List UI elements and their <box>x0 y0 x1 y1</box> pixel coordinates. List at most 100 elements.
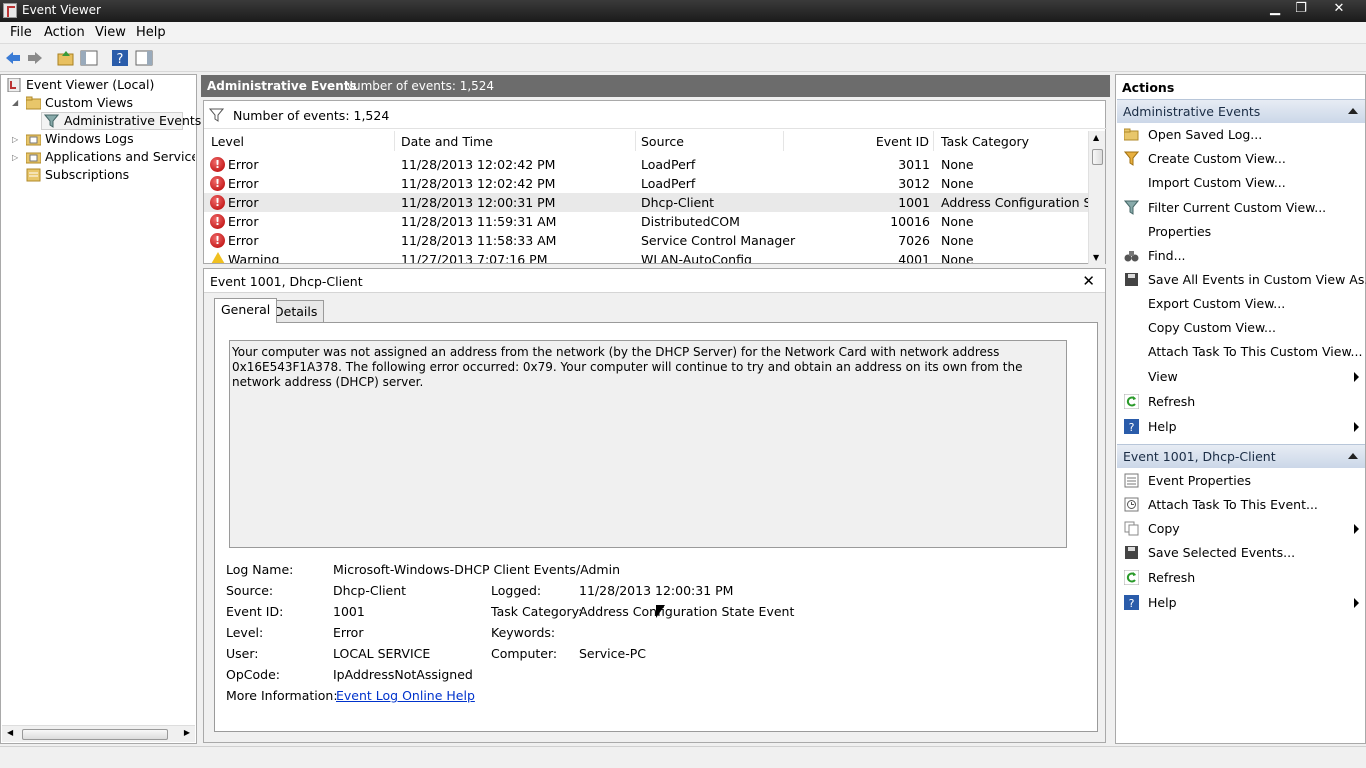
help-icon[interactable]: ? <box>111 49 129 67</box>
expanded-arrow-icon[interactable]: ◢ <box>12 95 18 111</box>
cell-task-category: None <box>941 233 974 248</box>
actions-section-administrative-events[interactable]: Administrative Events <box>1117 99 1365 123</box>
action-help-submenu[interactable]: ? Help <box>1117 415 1365 439</box>
table-row[interactable]: Warning 11/27/2013 7:07:16 PM WLAN-AutoC… <box>204 250 1089 263</box>
tree-item-custom-views[interactable]: Custom Views <box>45 95 133 111</box>
action-help-submenu[interactable]: ? Help <box>1117 591 1365 615</box>
action-label: Attach Task To This Event... <box>1148 497 1318 512</box>
column-header-level[interactable]: Level <box>211 131 395 151</box>
show-hide-action-pane-icon[interactable] <box>135 49 153 67</box>
scroll-up-arrow-icon[interactable]: ▲ <box>1093 133 1099 142</box>
table-row[interactable]: ! Error 11/28/2013 12:02:42 PM LoadPerf … <box>204 174 1089 193</box>
show-hide-console-tree-icon[interactable] <box>80 49 98 67</box>
label-level: Level: <box>226 625 264 640</box>
error-icon: ! <box>210 214 225 229</box>
collapsed-arrow-icon[interactable]: ▷ <box>12 150 18 166</box>
action-export-custom-view[interactable]: Export Custom View... <box>1117 292 1365 316</box>
close-window-button[interactable]: ✕ <box>1326 0 1352 18</box>
column-header-event-id[interactable]: Event ID <box>788 131 934 151</box>
action-label: Copy Custom View... <box>1148 320 1276 335</box>
event-list: Number of events: 1,524 Level Date and T… <box>203 100 1107 264</box>
submenu-arrow-icon <box>1354 524 1359 534</box>
table-row[interactable]: ! Error 11/28/2013 11:58:33 AM Service C… <box>204 231 1089 250</box>
action-label: Import Custom View... <box>1148 175 1286 190</box>
action-view-submenu[interactable]: View <box>1117 365 1365 389</box>
action-filter-current-custom-view[interactable]: Filter Current Custom View... <box>1117 196 1365 220</box>
horizontal-scrollbar[interactable]: ◀ ▶ <box>2 725 195 742</box>
vertical-scrollbar[interactable]: ▲ ▼ <box>1088 131 1105 264</box>
scroll-down-arrow-icon[interactable]: ▼ <box>1093 253 1099 262</box>
error-icon: ! <box>210 233 225 248</box>
action-find[interactable]: Find... <box>1117 244 1365 268</box>
value-task-category: Address Configuration State Event <box>579 604 795 619</box>
actions-section-event[interactable]: Event 1001, Dhcp-Client <box>1117 444 1365 468</box>
menu-action[interactable]: Action <box>44 25 85 40</box>
scrollbar-thumb[interactable] <box>1092 149 1103 165</box>
detail-header: Event 1001, Dhcp-Client ✕ <box>204 269 1105 293</box>
action-import-custom-view[interactable]: Import Custom View... <box>1117 171 1365 195</box>
cell-event-id: 4001 <box>898 252 930 263</box>
section-title: Event 1001, Dhcp-Client <box>1123 449 1276 464</box>
cell-source: DistributedCOM <box>641 214 740 229</box>
section-title: Administrative Events <box>1123 104 1261 119</box>
collapse-arrow-icon[interactable] <box>1348 108 1358 114</box>
minimize-button[interactable]: ▁ <box>1262 0 1288 18</box>
menu-help[interactable]: Help <box>136 25 166 40</box>
menu-file[interactable]: File <box>10 25 32 40</box>
table-row-selected[interactable]: ! Error 11/28/2013 12:00:31 PM Dhcp-Clie… <box>204 193 1103 212</box>
label-opcode: OpCode: <box>226 667 280 682</box>
cell-date: 11/28/2013 12:00:31 PM <box>401 195 556 210</box>
cell-date: 11/27/2013 7:07:16 PM <box>401 252 548 263</box>
title-bar: Event Viewer ▁ ❐ ✕ <box>0 0 1366 22</box>
scrollbar-thumb[interactable] <box>22 729 168 740</box>
action-save-all-events[interactable]: Save All Events in Custom View As... <box>1117 268 1366 292</box>
event-log-online-help-link[interactable]: Event Log Online Help <box>336 688 475 703</box>
cell-task-category: None <box>941 176 974 191</box>
tree-item-administrative-events[interactable]: Administrative Events <box>64 113 201 129</box>
close-detail-icon[interactable]: ✕ <box>1082 272 1095 290</box>
action-properties[interactable]: Properties <box>1117 220 1365 244</box>
forward-arrow-icon[interactable] <box>26 49 44 67</box>
filter-icon <box>209 108 224 122</box>
tree-item-windows-logs[interactable]: Windows Logs <box>45 131 134 147</box>
up-folder-icon[interactable] <box>57 49 75 67</box>
column-header-date-time[interactable]: Date and Time <box>401 131 636 151</box>
collapsed-arrow-icon[interactable]: ▷ <box>12 132 18 148</box>
open-folder-icon <box>1124 128 1139 141</box>
action-event-properties[interactable]: Event Properties <box>1117 469 1365 493</box>
actions-pane: Actions Administrative Events Open Saved… <box>1115 74 1366 744</box>
actions-header: Actions <box>1122 80 1175 95</box>
tree-item-subscriptions[interactable]: Subscriptions <box>45 167 129 183</box>
table-row[interactable]: ! Error 11/28/2013 11:59:31 AM Distribut… <box>204 212 1089 231</box>
restore-button[interactable]: ❐ <box>1288 0 1314 18</box>
action-attach-task-event[interactable]: Attach Task To This Event... <box>1117 493 1365 517</box>
action-refresh[interactable]: Refresh <box>1117 566 1365 590</box>
collapse-arrow-icon[interactable] <box>1348 453 1358 459</box>
general-tab-content: Your computer was not assigned an addres… <box>214 322 1098 732</box>
back-arrow-icon[interactable] <box>4 49 22 67</box>
action-save-selected-events[interactable]: Save Selected Events... <box>1117 541 1365 565</box>
filter-icon <box>44 114 59 128</box>
menu-view[interactable]: View <box>95 25 126 40</box>
scroll-right-arrow-icon[interactable]: ▶ <box>184 728 190 737</box>
scroll-left-arrow-icon[interactable]: ◀ <box>7 728 13 737</box>
action-attach-task-custom-view[interactable]: Attach Task To This Custom View... <box>1117 340 1365 364</box>
action-open-saved-log[interactable]: Open Saved Log... <box>1117 123 1365 147</box>
action-copy-submenu[interactable]: Copy <box>1117 517 1365 541</box>
action-copy-custom-view[interactable]: Copy Custom View... <box>1117 316 1365 340</box>
subscriptions-icon <box>26 168 41 182</box>
svg-text:?: ? <box>117 52 124 67</box>
table-row[interactable]: ! Error 11/28/2013 12:02:42 PM LoadPerf … <box>204 155 1089 174</box>
console-tree: Event Viewer (Local) ◢ Custom Views Admi… <box>0 74 201 744</box>
action-create-custom-view[interactable]: Create Custom View... <box>1117 147 1365 171</box>
tree-item-applications-and-services-logs[interactable]: Applications and Services Lo <box>45 149 195 165</box>
action-label: Help <box>1148 419 1177 434</box>
tree-item-event-viewer-local[interactable]: Event Viewer (Local) <box>26 77 154 93</box>
column-header-source[interactable]: Source <box>641 131 784 151</box>
action-refresh[interactable]: Refresh <box>1117 390 1365 414</box>
action-label: Open Saved Log... <box>1148 127 1263 142</box>
cell-level: Error <box>228 233 259 248</box>
column-header-task-category[interactable]: Task Category <box>941 131 1089 151</box>
view-title: Administrative Events <box>207 79 357 93</box>
tab-general[interactable]: General <box>214 298 278 323</box>
